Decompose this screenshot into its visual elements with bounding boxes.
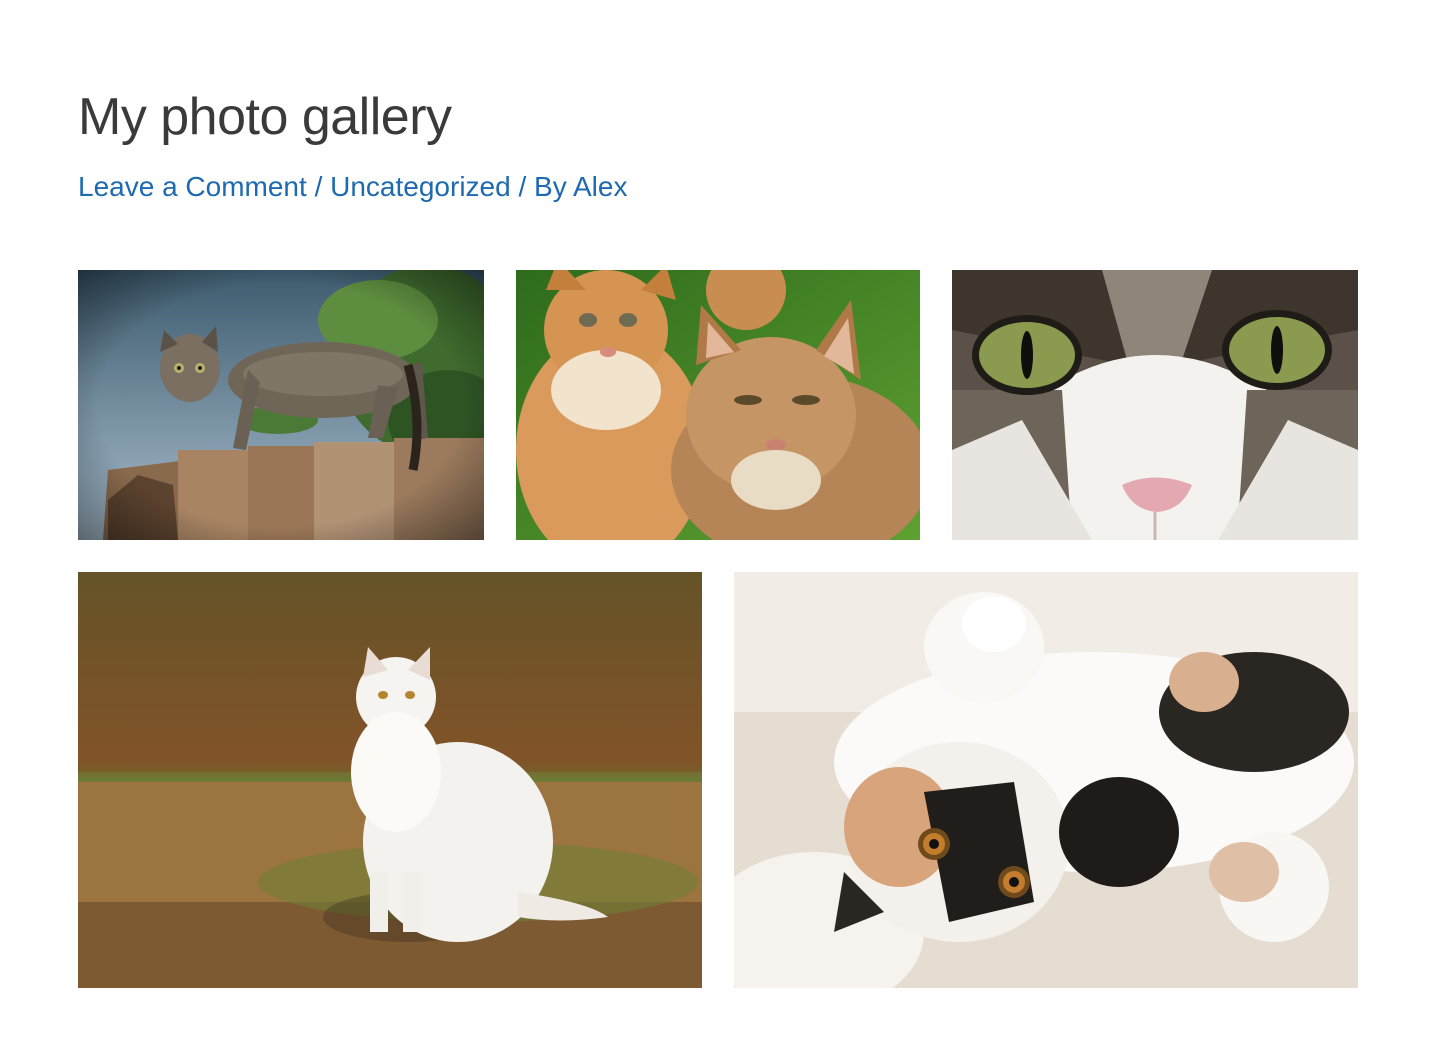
meta-separator: / xyxy=(306,171,331,202)
cat-closeup-image xyxy=(952,270,1358,540)
meta-separator: / xyxy=(510,171,535,202)
calico-cat-image xyxy=(734,572,1358,988)
orange-kittens-image xyxy=(516,270,920,540)
tabby-cat-image xyxy=(78,270,484,540)
white-cat-image xyxy=(78,572,702,988)
page-title: My photo gallery xyxy=(78,88,452,146)
leave-comment-link[interactable]: Leave a Comment xyxy=(78,171,307,202)
category-link[interactable]: Uncategorized xyxy=(330,171,511,202)
gallery-image-cat-closeup[interactable] xyxy=(952,270,1358,540)
post-meta: Leave a Comment / Uncategorized / By Ale… xyxy=(78,170,627,204)
gallery-image-white-cat[interactable] xyxy=(78,572,702,988)
gallery-image-calico-cat[interactable] xyxy=(734,572,1358,988)
gallery-image-orange-kittens[interactable] xyxy=(516,270,920,540)
post: My photo gallery Leave a Comment / Uncat… xyxy=(0,0,1444,1062)
author-link[interactable]: Alex xyxy=(573,171,627,202)
gallery-image-tabby-cat[interactable] xyxy=(78,270,484,540)
author-prefix: By xyxy=(534,171,573,202)
